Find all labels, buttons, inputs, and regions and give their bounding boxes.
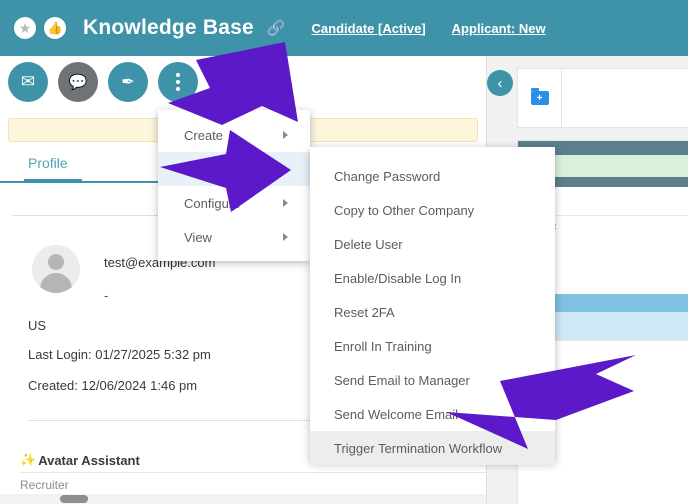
context-menu: Create Actions Configure View (158, 110, 310, 261)
menu-item-label: Delete User (334, 236, 403, 252)
star-icon[interactable]: ★ (14, 17, 36, 39)
avatar-assistant-label: Avatar Assistant (38, 452, 140, 468)
profile-country: US (28, 318, 47, 333)
chevron-left-icon: ‹ (497, 74, 503, 92)
email-button[interactable]: ✉ (8, 62, 48, 102)
menu-item-trigger-termination-workflow[interactable]: Trigger Termination Workflow (310, 431, 555, 465)
menu-item-label: View (184, 229, 212, 245)
pen-icon: ✒ (121, 74, 135, 91)
avatar-assistant-role: Recruiter (20, 478, 69, 492)
profile-created: Created: 12/06/2024 1:46 pm (28, 378, 198, 393)
horizontal-scrollbar[interactable] (0, 494, 486, 504)
menu-item-label: Actions (184, 161, 227, 177)
actions-submenu: Change Password Copy to Other Company De… (310, 147, 555, 465)
envelope-icon: ✉ (20, 72, 36, 91)
menu-item-label: Send Welcome Email (334, 406, 459, 422)
profile-last-login: Last Login: 01/27/2025 5:32 pm (28, 347, 211, 362)
menu-item-label: Enroll In Training (334, 338, 432, 354)
candidate-status-link[interactable]: Candidate [Active] (312, 21, 426, 36)
side-panel-card[interactable]: + (517, 68, 688, 128)
menu-item-label: Enable/Disable Log In (334, 270, 462, 286)
sparkle-icon: ✨ (20, 452, 37, 467)
sign-button[interactable]: ✒ (108, 62, 148, 102)
add-note-button[interactable]: 💬 (58, 62, 98, 102)
menu-item-delete-user[interactable]: Delete User (310, 227, 555, 261)
menu-item-enroll-in-training[interactable]: Enroll In Training (310, 329, 555, 363)
tab-active-indicator (24, 179, 82, 183)
menu-item-label: Send Email to Manager (334, 372, 470, 388)
menu-item-configure[interactable]: Configure (158, 186, 310, 220)
menu-item-reset-2fa[interactable]: Reset 2FA (310, 295, 555, 329)
link-icon[interactable]: 🔗 (267, 19, 286, 37)
menu-item-send-welcome-email[interactable]: Send Welcome Email (310, 397, 555, 431)
profile-secondary-value: - (104, 288, 109, 303)
avatar (32, 245, 80, 293)
page-header: ★ 👍 Knowledge Base 🔗 Candidate [Active] … (0, 0, 688, 56)
menu-item-label: Create (184, 127, 224, 143)
menu-item-label: Configure (184, 195, 241, 211)
menu-item-actions[interactable]: Actions (158, 152, 310, 186)
chevron-right-icon (283, 131, 288, 139)
menu-item-copy-to-other-company[interactable]: Copy to Other Company (310, 193, 555, 227)
page-title: Knowledge Base (83, 16, 254, 39)
more-actions-button[interactable] (158, 62, 198, 102)
comment-add-icon: 💬 (68, 74, 88, 91)
menu-item-label: Reset 2FA (334, 304, 395, 320)
thumbs-up-icon[interactable]: 👍 (44, 17, 66, 39)
tab-profile[interactable]: Profile (28, 155, 68, 177)
avatar-assistant-title: ✨ Avatar Assistant (20, 452, 140, 468)
scrollbar-thumb[interactable] (60, 495, 88, 503)
menu-item-label: Trigger Termination Workflow (334, 440, 503, 456)
action-toolbar: ✉ 💬 ✒ (8, 62, 198, 102)
assistant-divider (20, 472, 486, 473)
menu-item-change-password[interactable]: Change Password (310, 159, 555, 193)
menu-item-create[interactable]: Create (158, 118, 310, 152)
app-root: ★ 👍 Knowledge Base 🔗 Candidate [Active] … (0, 0, 688, 504)
applicant-status-link[interactable]: Applicant: New (452, 21, 546, 36)
folder-add-icon[interactable]: + (530, 88, 549, 105)
menu-item-label: Change Password (334, 168, 441, 184)
chevron-right-icon (283, 233, 288, 241)
chevron-right-icon (283, 199, 288, 207)
menu-item-enable-disable-log-in[interactable]: Enable/Disable Log In (310, 261, 555, 295)
menu-item-view[interactable]: View (158, 220, 310, 254)
menu-item-send-email-to-manager[interactable]: Send Email to Manager (310, 363, 555, 397)
chevron-right-icon (283, 165, 288, 173)
menu-item-label: Copy to Other Company (334, 202, 475, 218)
collapse-panel-button[interactable]: ‹ (487, 70, 513, 96)
vertical-dots-icon (176, 73, 180, 91)
